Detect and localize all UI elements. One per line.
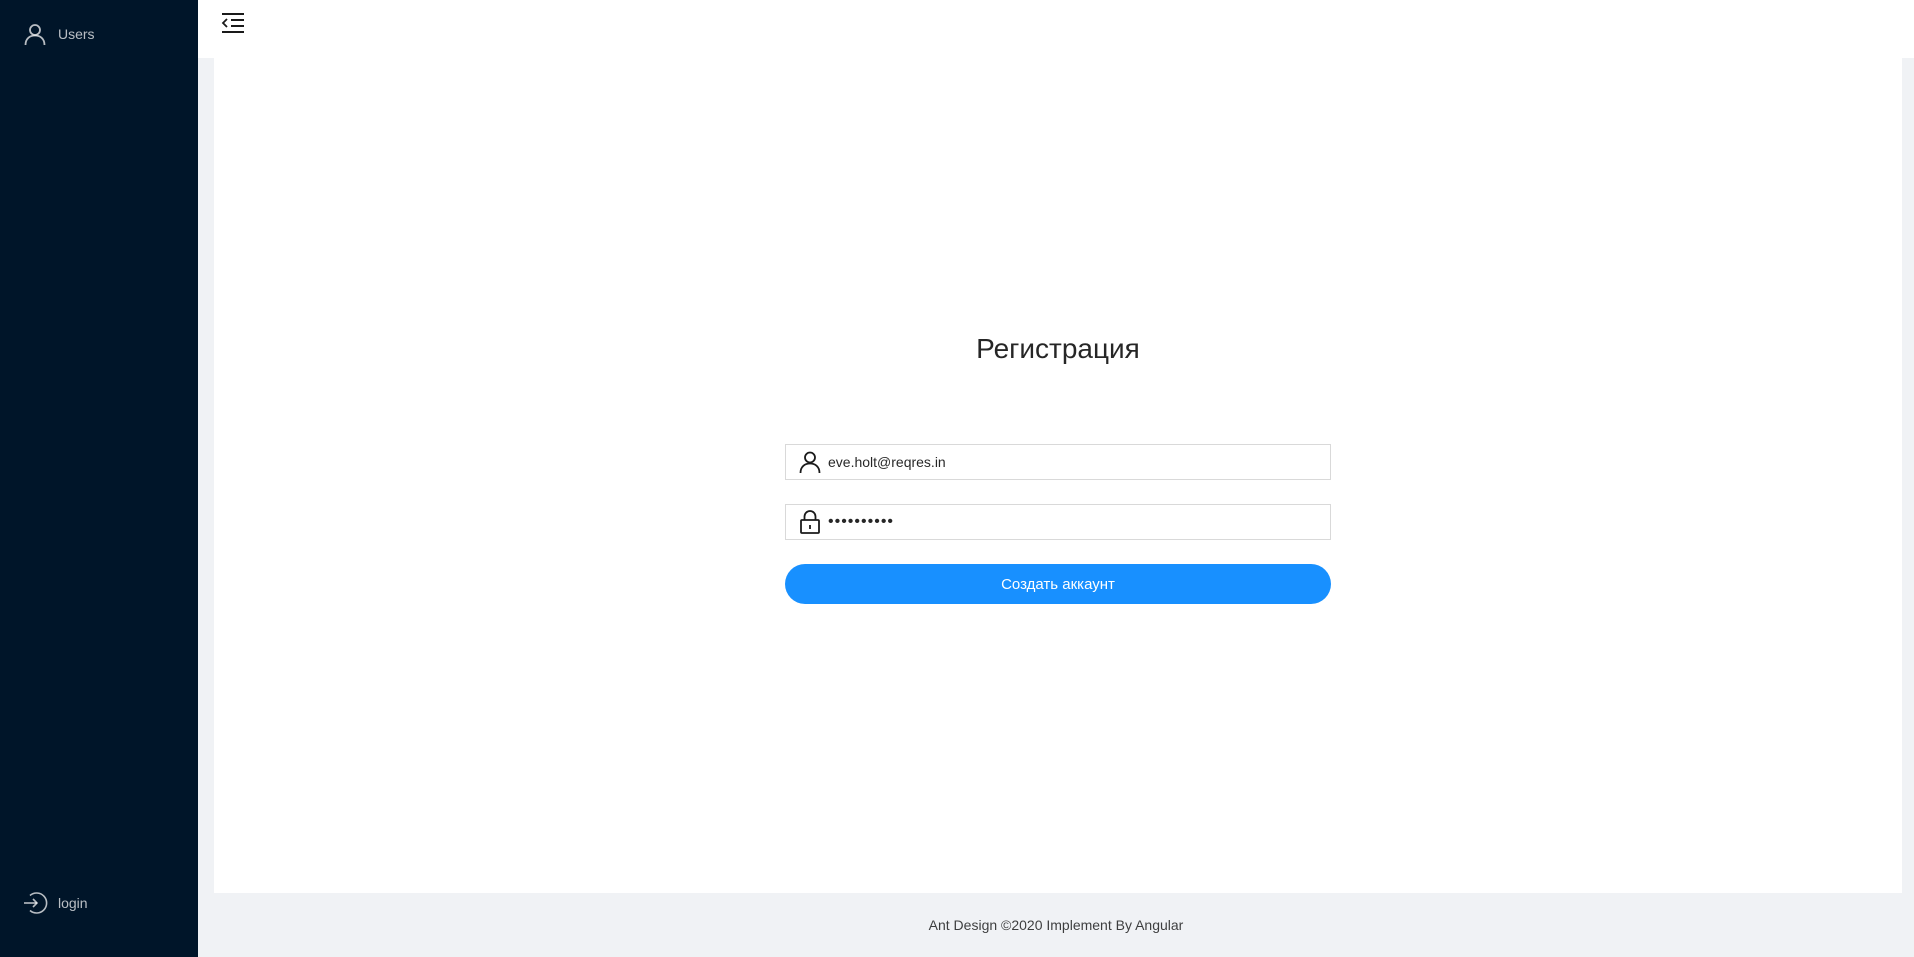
sidebar-item-label: login: [58, 895, 88, 911]
password-field-wrapper: [785, 504, 1331, 540]
login-icon: [22, 890, 48, 916]
email-field[interactable]: [824, 447, 1330, 477]
user-icon: [796, 445, 824, 479]
email-field-wrapper: [785, 444, 1331, 480]
create-account-button[interactable]: Создать аккаунт: [785, 564, 1331, 604]
sidebar-item-users[interactable]: Users: [0, 14, 198, 54]
header: [198, 0, 1914, 58]
footer-text: Ant Design ©2020 Implement By Angular: [928, 917, 1184, 933]
footer: Ant Design ©2020 Implement By Angular: [198, 893, 1914, 957]
sidebar: Users login: [0, 0, 198, 957]
page-title: Регистрация: [976, 333, 1140, 364]
lock-icon: [796, 505, 824, 539]
sidebar-item-login[interactable]: login: [0, 883, 198, 923]
sidebar-item-label: Users: [58, 26, 95, 42]
register-form: Регистрация Создать аккаунт: [785, 330, 1331, 604]
main-content: Регистрация Создать аккаунт: [214, 58, 1902, 893]
user-icon: [22, 21, 48, 47]
password-field[interactable]: [824, 507, 1330, 537]
menu-fold-icon[interactable]: [218, 8, 248, 38]
